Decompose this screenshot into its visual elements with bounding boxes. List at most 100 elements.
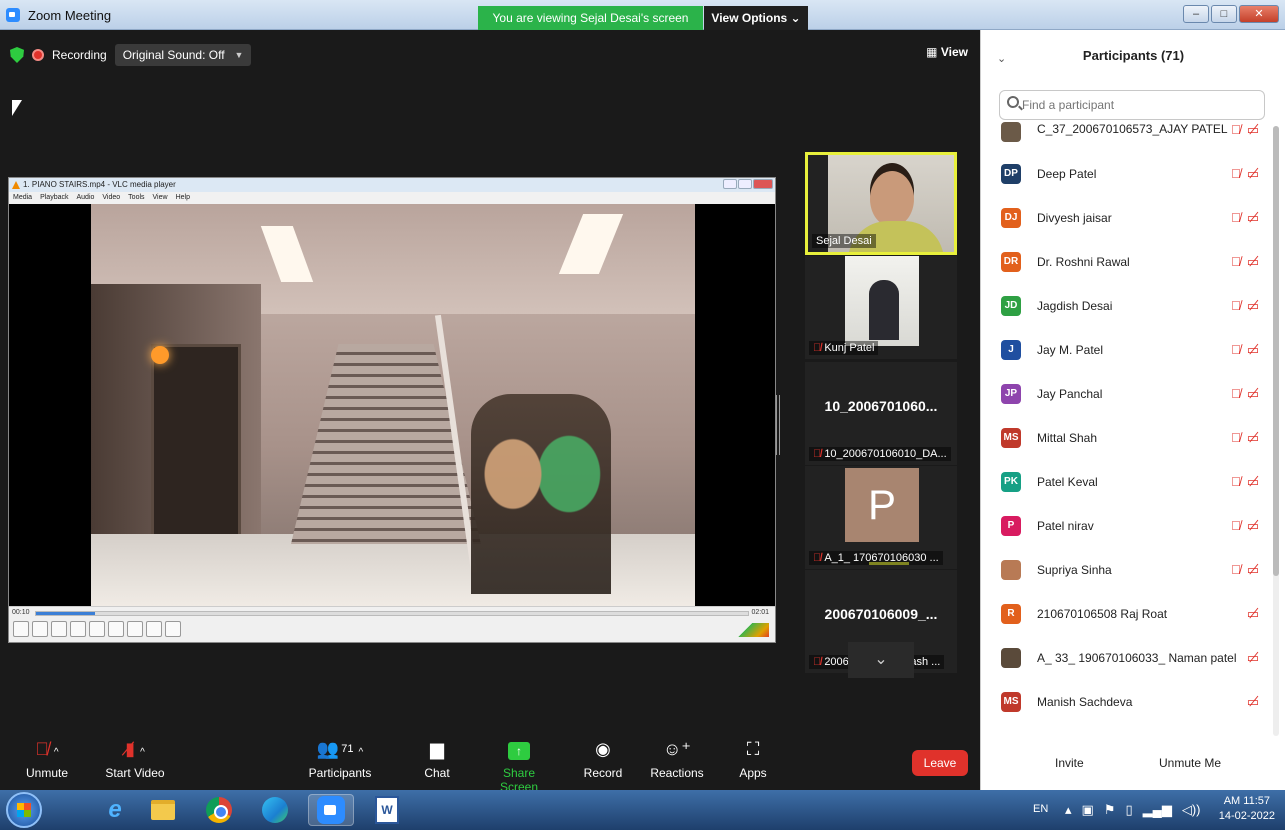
record-button[interactable]: ◉ Record	[568, 736, 638, 780]
windows-start-button[interactable]	[6, 792, 42, 828]
taskbar-internet-explorer[interactable]: e	[92, 794, 138, 826]
vlc-volume-slider[interactable]	[721, 623, 769, 637]
participant-row[interactable]: JD Jagdish Desai 🎙̸ ▭̸	[981, 284, 1271, 328]
maximize-button[interactable]: □	[1211, 5, 1237, 23]
vlc-menu-audio[interactable]: Audio	[76, 192, 94, 204]
taskbar-zoom[interactable]	[308, 794, 354, 826]
unmute-me-button[interactable]: Unmute Me	[1147, 750, 1234, 776]
participant-status-icons: ▭̸	[1247, 606, 1259, 622]
vlc-menu-video[interactable]: Video	[102, 192, 120, 204]
volume-icon[interactable]: ◁))	[1182, 802, 1201, 818]
participant-row[interactable]: DP Deep Patel 🎙̸ ▭̸	[981, 152, 1271, 196]
vlc-titlebar: 1. PIANO STAIRS.mp4 - VLC media player	[9, 178, 775, 192]
avatar: DJ	[1001, 208, 1021, 228]
video-tile-kunj-patel[interactable]: 🎙̸ Kunj Patel	[805, 256, 957, 359]
participant-row[interactable]: DR Dr. Roshni Rawal 🎙̸ ▭̸	[981, 240, 1271, 284]
vlc-loop-icon[interactable]	[146, 621, 162, 637]
vlc-stop-icon[interactable]	[51, 621, 67, 637]
vlc-minimize-button[interactable]	[723, 179, 737, 189]
participant-row[interactable]: MS Mittal Shah 🎙̸ ▭̸	[981, 416, 1271, 460]
vlc-menu-media[interactable]: Media	[13, 192, 32, 204]
vlc-shuffle-icon[interactable]	[165, 621, 181, 637]
participant-row[interactable]: Supriya Sinha 🎙̸ ▭̸	[981, 548, 1271, 592]
video-off-icon: ▭̸	[1246, 210, 1259, 225]
vlc-playlist-icon[interactable]	[127, 621, 143, 637]
chevron-down-icon[interactable]: ▼	[235, 50, 244, 60]
split-divider-handle[interactable]	[776, 395, 780, 455]
share-screen-button[interactable]: ↑ Share Screen	[484, 736, 554, 794]
vlc-fullscreen-icon[interactable]	[89, 621, 105, 637]
minimize-button[interactable]: –	[1183, 5, 1209, 23]
chat-button[interactable]: ▆ Chat	[402, 736, 472, 780]
chevron-down-icon[interactable]: ⌄	[848, 642, 914, 678]
participant-row[interactable]: JP Jay Panchal 🎙̸ ▭̸	[981, 372, 1271, 416]
unmute-button[interactable]: 🎙̸ ^ Unmute	[12, 736, 82, 780]
leave-button[interactable]: Leave	[912, 750, 968, 776]
participant-row[interactable]: C_37_200670106573_AJAY PATEL 🎙̸ ▭̸	[981, 122, 1271, 152]
participant-row[interactable]: DJ Divyesh jaisar 🎙̸ ▭̸	[981, 196, 1271, 240]
participants-button[interactable]: 👥 71 ^ Participants	[305, 736, 375, 780]
scrollbar-thumb[interactable]	[1273, 126, 1279, 576]
avatar: PK	[1001, 472, 1021, 492]
vlc-menu-playback[interactable]: Playback	[40, 192, 68, 204]
muted-mic-icon: 🎙̸	[1230, 474, 1241, 489]
security-shield-icon[interactable]	[10, 47, 24, 63]
view-button[interactable]: ▦ View	[926, 45, 968, 59]
participant-row[interactable]: A_ 33_ 190670106033_ Naman patel ▭̸	[981, 636, 1271, 680]
participant-search-input[interactable]	[999, 90, 1265, 120]
original-sound-button[interactable]: Original Sound: Off ▼	[114, 44, 252, 66]
participant-row[interactable]: J Jay M. Patel 🎙̸ ▭̸	[981, 328, 1271, 372]
vlc-seek-progress	[36, 612, 96, 615]
participant-list-scrollbar[interactable]	[1273, 126, 1279, 736]
avatar: JD	[1001, 296, 1021, 316]
avatar	[1001, 560, 1021, 580]
taskbar-chrome[interactable]	[196, 794, 242, 826]
taskbar-file-explorer[interactable]	[140, 794, 186, 826]
clock[interactable]: AM 11:57 14-02-2022	[1219, 794, 1275, 824]
vlc-maximize-button[interactable]	[738, 179, 752, 189]
participant-row[interactable]: R 210670106508 Raj Roat ▭̸	[981, 592, 1271, 636]
taskbar-word[interactable]: W	[364, 794, 410, 826]
vlc-settings-icon[interactable]	[108, 621, 124, 637]
participant-row[interactable]: P Patel nirav 🎙̸ ▭̸	[981, 504, 1271, 548]
vlc-play-icon[interactable]	[13, 621, 29, 637]
vlc-menu-view[interactable]: View	[153, 192, 168, 204]
language-indicator[interactable]: EN	[1033, 803, 1048, 815]
vlc-close-button[interactable]	[753, 179, 773, 189]
muted-mic-icon: 🎙̸	[813, 342, 825, 354]
muted-mic-icon: 🎙̸	[1230, 210, 1241, 225]
signal-icon[interactable]: ▂▄▆	[1143, 802, 1172, 818]
participant-status-icons: ▭̸	[1247, 694, 1259, 710]
close-button[interactable]: ✕	[1239, 5, 1279, 23]
network-app-icon[interactable]: ▣	[1082, 802, 1094, 818]
vlc-seek-bar[interactable]	[35, 611, 749, 616]
flag-icon[interactable]: ⚑	[1104, 802, 1116, 818]
power-icon[interactable]: ▯	[1125, 802, 1132, 818]
participants-panel-title: Participants (71)	[1082, 48, 1185, 63]
start-video-button[interactable]: ▮̸ ^ Start Video	[100, 736, 170, 780]
avatar: P	[1001, 516, 1021, 536]
reactions-button[interactable]: ☺⁺ Reactions	[642, 736, 712, 780]
vlc-menu-help[interactable]: Help	[176, 192, 190, 204]
vlc-prev-icon[interactable]	[32, 621, 48, 637]
vlc-menu-tools[interactable]: Tools	[128, 192, 144, 204]
video-tile-sejal-desai[interactable]: Sejal Desai	[805, 152, 957, 255]
vlc-next-icon[interactable]	[70, 621, 86, 637]
shared-screen-vlc-window[interactable]: 1. PIANO STAIRS.mp4 - VLC media player M…	[8, 177, 776, 643]
show-hidden-icons-icon[interactable]: ▴	[1065, 802, 1072, 818]
view-options-button[interactable]: View Options ⌄	[704, 6, 808, 30]
invite-button[interactable]: Invite	[1043, 750, 1096, 776]
vlc-menubar: Media Playback Audio Video Tools View He…	[9, 192, 775, 204]
video-tile-a1-170670106030[interactable]: P 🎙̸ A_1_ 170670106030 ...	[805, 466, 957, 569]
tile-name-text: Kunj Patel	[824, 342, 875, 354]
participant-row[interactable]: MS Manish Sachdeva ▭̸	[981, 680, 1271, 724]
taskbar-edge[interactable]	[252, 794, 298, 826]
video-off-icon: ▭̸	[1246, 694, 1259, 709]
apps-button[interactable]: ⛶ Apps	[718, 736, 788, 780]
participants-label: Participants	[308, 766, 372, 780]
vlc-title: 1. PIANO STAIRS.mp4 - VLC media player	[23, 180, 176, 189]
tile-center-name: 10_2006701060...	[824, 398, 938, 414]
video-tile-10-200670106010[interactable]: 10_2006701060... 🎙̸ 10_200670106010_DA..…	[805, 362, 957, 465]
participant-row[interactable]: PK Patel Keval 🎙̸ ▭̸	[981, 460, 1271, 504]
reactions-icon: ☺⁺	[663, 739, 691, 759]
